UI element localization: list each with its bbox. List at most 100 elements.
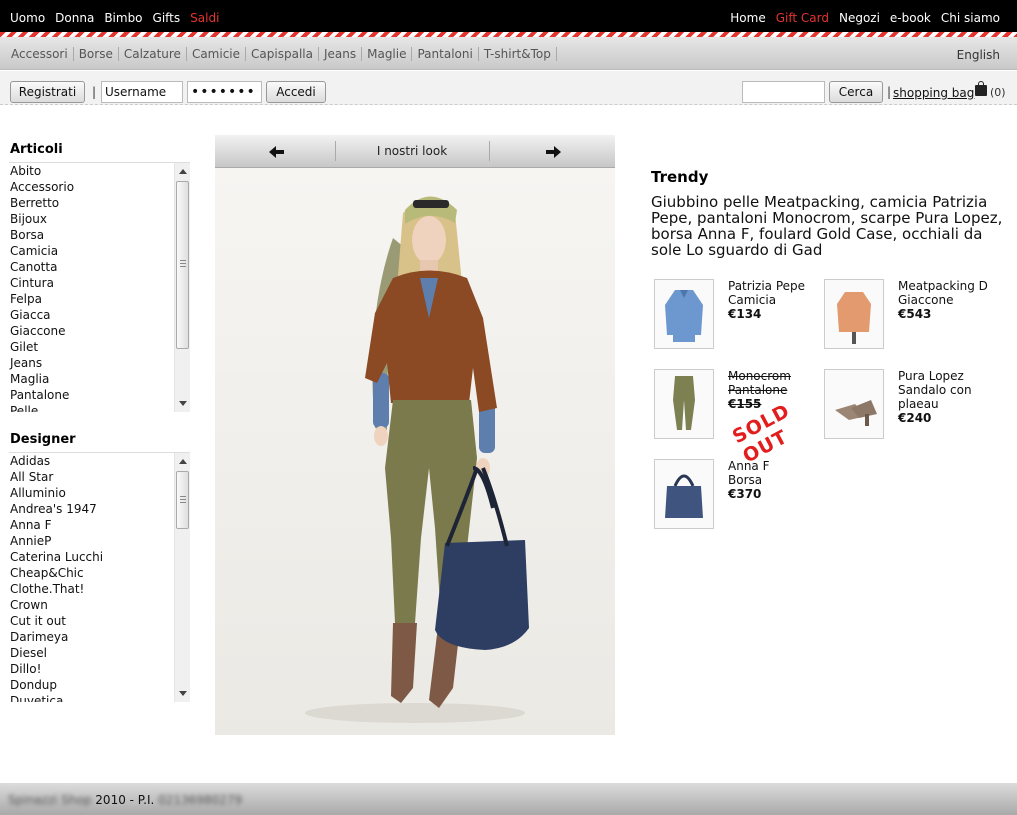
list-item[interactable]: Cheap&Chic — [10, 565, 172, 581]
nav-saldi[interactable]: Saldi — [190, 11, 219, 25]
category-camicie[interactable]: Camicie — [187, 47, 247, 61]
list-item[interactable]: Abito — [10, 163, 172, 179]
product-thumbnail[interactable] — [824, 369, 884, 439]
list-item[interactable]: All Star — [10, 469, 172, 485]
list-item[interactable]: Jeans — [10, 355, 172, 371]
nav-negozi[interactable]: Negozi — [839, 11, 880, 25]
product-brand[interactable]: Pura Lopez — [898, 369, 998, 383]
nav-gift-card[interactable]: Gift Card — [776, 11, 829, 25]
category-bar: Accessori Borse Calzature Camicie Capisp… — [0, 37, 1017, 70]
product-price: €134 — [728, 307, 762, 321]
list-item[interactable]: Adidas — [10, 453, 172, 469]
product-price: €370 — [728, 487, 762, 501]
product-card[interactable]: Meatpacking D Giaccone €543 — [824, 279, 994, 359]
product-type[interactable]: Sandalo con plaeau — [898, 383, 998, 411]
category-tshirt-top[interactable]: T-shirt&Top — [479, 47, 557, 61]
product-thumbnail[interactable] — [654, 369, 714, 439]
list-item[interactable]: Dillo! — [10, 661, 172, 677]
list-item[interactable]: Crown — [10, 597, 172, 613]
scroll-thumb[interactable] — [176, 181, 189, 349]
nav-ebook[interactable]: e-book — [890, 11, 931, 25]
list-item[interactable]: Giacca — [10, 307, 172, 323]
product-card[interactable]: Anna F Borsa €370 — [654, 459, 824, 539]
product-price: €543 — [898, 307, 932, 321]
designer-scrollbar[interactable] — [174, 453, 190, 702]
arrow-left-icon[interactable] — [269, 146, 285, 158]
product-type[interactable]: Giaccone — [898, 293, 998, 307]
scroll-down-icon[interactable] — [179, 401, 187, 406]
nav-donna[interactable]: Donna — [55, 11, 94, 25]
look-title: I nostri look — [376, 144, 448, 158]
category-borse[interactable]: Borse — [74, 47, 119, 61]
nav-uomo[interactable]: Uomo — [10, 11, 45, 25]
list-item[interactable]: Andrea's 1947 — [10, 501, 172, 517]
list-item[interactable]: Caterina Lucchi — [10, 549, 172, 565]
search-input[interactable] — [742, 81, 825, 103]
nav-gifts[interactable]: Gifts — [153, 11, 181, 25]
language-link[interactable]: English — [957, 48, 1000, 62]
list-item[interactable]: Alluminio — [10, 485, 172, 501]
list-item[interactable]: Cut it out — [10, 613, 172, 629]
list-item[interactable]: Pantalone — [10, 387, 172, 403]
category-maglie[interactable]: Maglie — [362, 47, 413, 61]
search-button[interactable]: Cerca — [829, 81, 883, 103]
product-thumbnail[interactable] — [824, 279, 884, 349]
list-item[interactable]: Borsa — [10, 227, 172, 243]
nav-chi-siamo[interactable]: Chi siamo — [941, 11, 1000, 25]
scroll-up-icon[interactable] — [179, 459, 187, 464]
product-card[interactable]: Pura Lopez Sandalo con plaeau €240 — [824, 369, 994, 449]
footer: Spinazzi Shop 2010 - P.I. 02136980279 — [0, 783, 1017, 815]
list-item[interactable]: Bijoux — [10, 211, 172, 227]
list-item[interactable]: Duvetica — [10, 693, 172, 702]
category-capispalla[interactable]: Capispalla — [246, 47, 319, 61]
product-brand[interactable]: Anna F — [728, 459, 828, 473]
articoli-scrollbar[interactable] — [174, 163, 190, 412]
product-thumbnail[interactable] — [654, 279, 714, 349]
list-item[interactable]: Felpa — [10, 291, 172, 307]
articoli-list[interactable]: Abito Accessorio Berretto Bijoux Borsa C… — [9, 162, 190, 412]
password-input[interactable] — [187, 81, 262, 103]
list-item[interactable]: Canotta — [10, 259, 172, 275]
look-photo[interactable] — [215, 168, 615, 735]
scroll-down-icon[interactable] — [179, 691, 187, 696]
designer-list[interactable]: Adidas All Star Alluminio Andrea's 1947 … — [9, 452, 190, 702]
username-input[interactable] — [101, 81, 183, 103]
product-type[interactable]: Camicia — [728, 293, 828, 307]
list-item[interactable]: Berretto — [10, 195, 172, 211]
category-calzature[interactable]: Calzature — [119, 47, 187, 61]
list-item[interactable]: Cintura — [10, 275, 172, 291]
scroll-thumb[interactable] — [176, 471, 189, 529]
shopping-bag-link[interactable]: shopping bag — [893, 86, 974, 100]
list-item[interactable]: Gilet — [10, 339, 172, 355]
separator: | — [887, 85, 892, 99]
product-type[interactable]: Borsa — [728, 473, 828, 487]
list-item[interactable]: Dondup — [10, 677, 172, 693]
list-item[interactable]: Diesel — [10, 645, 172, 661]
list-item[interactable]: Giaccone — [10, 323, 172, 339]
register-button[interactable]: Registrati — [10, 81, 85, 103]
list-item[interactable]: Accessorio — [10, 179, 172, 195]
category-pantaloni[interactable]: Pantaloni — [412, 47, 479, 61]
scroll-up-icon[interactable] — [179, 169, 187, 174]
list-item[interactable]: Maglia — [10, 371, 172, 387]
product-thumbnail[interactable] — [654, 459, 714, 529]
list-item[interactable]: Pelle — [10, 403, 172, 412]
arrow-right-icon[interactable] — [545, 146, 561, 158]
list-item[interactable]: Anna F — [10, 517, 172, 533]
list-item[interactable]: Camicia — [10, 243, 172, 259]
nav-home[interactable]: Home — [730, 11, 765, 25]
product-brand[interactable]: Patrizia Pepe — [728, 279, 828, 293]
shopping-bag-icon[interactable] — [975, 81, 987, 96]
product-card[interactable]: Monocrom Pantalone €155 SOLD OUT — [654, 369, 824, 468]
category-accessori[interactable]: Accessori — [6, 47, 74, 61]
login-button[interactable]: Accedi — [266, 81, 326, 103]
articoli-title: Articoli — [10, 142, 63, 157]
list-item[interactable]: Darimeya — [10, 629, 172, 645]
product-card[interactable]: Patrizia Pepe Camicia €134 — [654, 279, 824, 359]
nav-bimbo[interactable]: Bimbo — [104, 11, 142, 25]
product-brand[interactable]: Meatpacking D — [898, 279, 998, 293]
list-item[interactable]: AnnieP — [10, 533, 172, 549]
product-brand[interactable]: Monocrom — [728, 369, 828, 383]
list-item[interactable]: Clothe.That! — [10, 581, 172, 597]
category-jeans[interactable]: Jeans — [319, 47, 363, 61]
